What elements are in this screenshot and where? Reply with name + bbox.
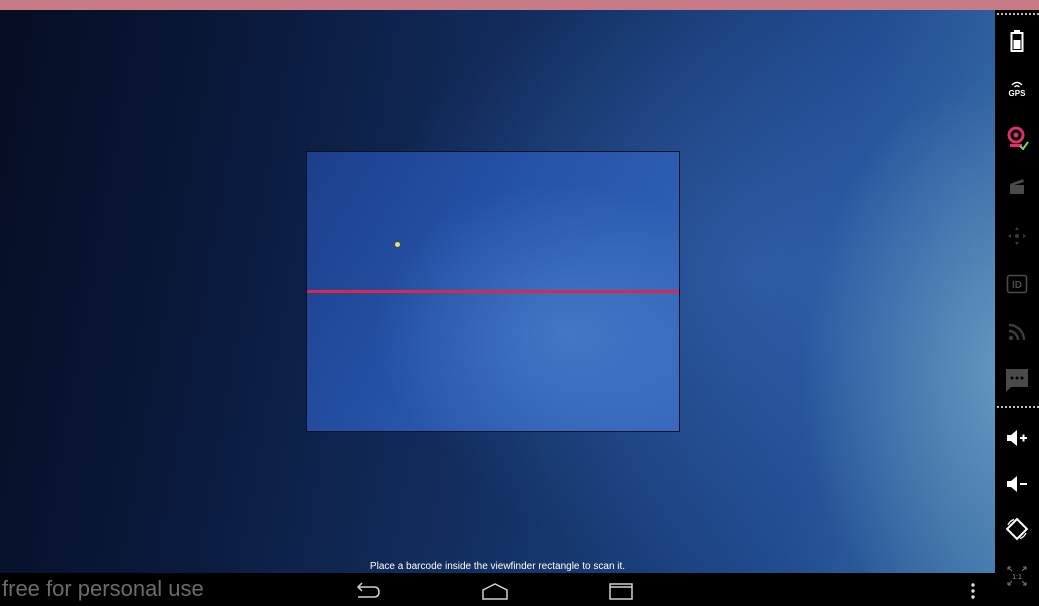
- sidebar-divider: [997, 13, 1039, 15]
- status-text: Place a barcode inside the viewfinder re…: [369, 561, 626, 572]
- home-icon: [482, 583, 508, 600]
- recent-apps-button[interactable]: [604, 578, 638, 604]
- id-icon: ID: [1006, 274, 1028, 294]
- back-button[interactable]: [350, 578, 384, 604]
- viewfinder-rectangle: [306, 151, 680, 432]
- volume-down-button[interactable]: [1003, 470, 1031, 498]
- svg-text:ID: ID: [1012, 280, 1022, 291]
- scale-icon: 1:1: [1007, 566, 1027, 586]
- home-button[interactable]: [478, 578, 512, 604]
- clapperboard-icon: [1010, 179, 1024, 194]
- dpad-icon: [1008, 227, 1026, 245]
- scan-laser-line: [307, 290, 679, 293]
- scale-button[interactable]: 1:1: [1003, 562, 1031, 590]
- device-id-button[interactable]: ID: [1003, 270, 1031, 298]
- volume-down-icon: [1007, 476, 1027, 492]
- sidebar-divider: [997, 406, 1039, 408]
- screencast-button[interactable]: [1003, 172, 1031, 200]
- recent-apps-icon: [609, 583, 633, 600]
- webcam-icon: [1007, 126, 1029, 150]
- sms-icon: [1006, 369, 1028, 392]
- webcam-button[interactable]: [1003, 124, 1031, 152]
- scale-label: 1:1: [1012, 574, 1022, 581]
- rotate-icon: [1005, 517, 1029, 541]
- network-button[interactable]: [1003, 318, 1031, 346]
- dpad-button[interactable]: [1003, 222, 1031, 250]
- overflow-menu-button[interactable]: [964, 578, 982, 604]
- result-point: [395, 242, 400, 247]
- volume-up-button[interactable]: [1003, 424, 1031, 452]
- sms-button[interactable]: [1003, 366, 1031, 394]
- battery-button[interactable]: [1003, 27, 1031, 55]
- gps-icon: [1011, 81, 1023, 87]
- rss-icon: [1008, 323, 1026, 341]
- watermark-text: free for personal use: [2, 576, 204, 601]
- back-icon: [356, 582, 380, 598]
- overflow-menu-icon: [971, 583, 975, 599]
- rotate-button[interactable]: [1003, 515, 1031, 543]
- battery-icon: [1010, 30, 1024, 52]
- gps-label: GPS: [1008, 88, 1026, 98]
- window-title-bar: [0, 0, 1039, 10]
- gps-button[interactable]: GPS: [1003, 75, 1031, 103]
- volume-up-icon: [1007, 430, 1027, 446]
